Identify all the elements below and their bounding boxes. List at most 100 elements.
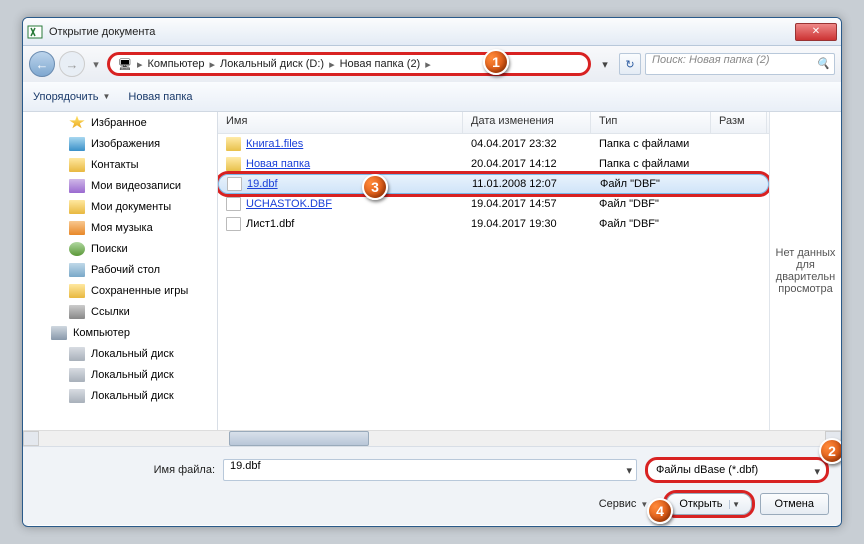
sidebar-item[interactable]: Мои документы: [23, 196, 217, 217]
column-headers: Имя Дата изменения Тип Разм: [218, 112, 769, 134]
file-date: 19.04.2017 19:30: [463, 218, 591, 230]
sidebar-item[interactable]: Моя музыка: [23, 217, 217, 238]
file-icon: [226, 197, 241, 211]
sidebar-item[interactable]: Контакты: [23, 154, 217, 175]
preview-pane: Нет данных для дварительн просмотра: [769, 112, 841, 430]
scroll-thumb[interactable]: [229, 431, 369, 446]
breadcrumb-segment[interactable]: Локальный диск (D:): [220, 58, 324, 70]
sidebar-item-label: Контакты: [91, 159, 139, 171]
file-type: Папка с файлами: [591, 138, 711, 150]
open-split-dropdown[interactable]: ▼: [729, 500, 743, 509]
open-button[interactable]: Открыть ▼: [666, 493, 751, 515]
file-list: Имя Дата изменения Тип Разм Книга1.files…: [218, 112, 769, 430]
annotation-marker-2: 2: [819, 438, 842, 464]
col-name[interactable]: Имя: [218, 112, 463, 133]
breadcrumb-segment[interactable]: Новая папка (2): [340, 58, 421, 70]
nav-history-dropdown[interactable]: ▾: [89, 51, 103, 77]
titlebar: Открытие документа ✕: [23, 18, 841, 46]
close-button[interactable]: ✕: [795, 23, 837, 41]
sidebar-item-label: Ссылки: [91, 306, 130, 318]
folder-icon: [69, 137, 85, 151]
col-date[interactable]: Дата изменения: [463, 112, 591, 133]
sidebar-item-label: Поиски: [91, 243, 128, 255]
file-type: Файл "DBF": [591, 198, 711, 210]
breadcrumb-dropdown[interactable]: ▾: [595, 58, 615, 71]
forward-button[interactable]: →: [59, 51, 85, 77]
scroll-left-button[interactable]: [23, 431, 39, 446]
sidebar-item-label: Мои документы: [91, 201, 171, 213]
chevron-down-icon: ▼: [102, 92, 110, 101]
toolbar: Упорядочить ▼ Новая папка: [23, 82, 841, 112]
filetype-filter[interactable]: Файлы dBase (*.dbf) ▾: [645, 457, 829, 483]
sidebar-item[interactable]: Мои видеозаписи: [23, 175, 217, 196]
file-row[interactable]: Новая папка 20.04.2017 14:12 Папка с фай…: [218, 154, 769, 174]
horizontal-scrollbar[interactable]: [23, 430, 841, 446]
folder-icon: [69, 116, 85, 130]
chevron-down-icon[interactable]: ▾: [814, 465, 820, 478]
folder-icon: [69, 284, 85, 298]
sidebar-item[interactable]: Локальный диск: [23, 343, 217, 364]
folder-icon: [69, 179, 85, 193]
file-row[interactable]: UCHASTOK.DBF 19.04.2017 14:57 Файл "DBF": [218, 194, 769, 214]
footer: Имя файла: 19.dbf ▾ Файлы dBase (*.dbf) …: [23, 446, 841, 525]
back-button[interactable]: ←: [29, 51, 55, 77]
sidebar-item[interactable]: Избранное: [23, 112, 217, 133]
sidebar-item[interactable]: Сохраненные игры: [23, 280, 217, 301]
new-folder-button[interactable]: Новая папка: [128, 91, 192, 103]
sidebar-item[interactable]: Локальный диск: [23, 385, 217, 406]
folder-icon: [69, 347, 85, 361]
file-row[interactable]: Книга1.files 04.04.2017 23:32 Папка с фа…: [218, 134, 769, 154]
sidebar-item[interactable]: Поиски: [23, 238, 217, 259]
chevron-right-icon[interactable]: ▸: [329, 58, 335, 71]
service-menu[interactable]: Сервис ▼: [599, 498, 649, 510]
file-open-dialog: Открытие документа ✕ ← → ▾ 🖥 ▸ Компьютер…: [22, 17, 842, 527]
chevron-right-icon[interactable]: ▸: [425, 58, 431, 71]
chevron-right-icon[interactable]: ▸: [137, 58, 143, 71]
file-date: 19.04.2017 14:57: [463, 198, 591, 210]
chevron-right-icon[interactable]: ▸: [209, 58, 215, 71]
folder-icon: [69, 389, 85, 403]
sidebar-item-label: Избранное: [91, 117, 147, 129]
chevron-down-icon[interactable]: ▾: [626, 464, 632, 477]
navbar: ← → ▾ 🖥 ▸ Компьютер ▸ Локальный диск (D:…: [23, 46, 841, 82]
file-type: Файл "DBF": [591, 218, 711, 230]
sidebar: Избранное Изображения Контакты Мои видеозап…: [23, 112, 218, 430]
sidebar-item-label: Мои видеозаписи: [91, 180, 181, 192]
file-row[interactable]: Лист1.dbf 19.04.2017 19:30 Файл "DBF": [218, 214, 769, 234]
search-input[interactable]: Поиск: Новая папка (2) 🔍: [645, 53, 835, 75]
annotation-marker-1: 1: [483, 49, 509, 75]
breadcrumb-segment[interactable]: Компьютер: [148, 58, 205, 70]
folder-icon: 🖥: [118, 58, 132, 71]
organize-menu[interactable]: Упорядочить ▼: [33, 91, 110, 103]
annotation-marker-3: 3: [362, 174, 388, 200]
search-icon: 🔍: [816, 57, 830, 70]
sidebar-item[interactable]: Ссылки: [23, 301, 217, 322]
file-date: 20.04.2017 14:12: [463, 158, 591, 170]
sidebar-item[interactable]: Компьютер: [23, 322, 217, 343]
breadcrumb[interactable]: 🖥 ▸ Компьютер ▸ Локальный диск (D:) ▸ Но…: [107, 52, 591, 76]
filename-input[interactable]: 19.dbf ▾: [223, 459, 637, 481]
folder-icon: [69, 158, 85, 172]
file-name: Книга1.files: [246, 138, 303, 150]
sidebar-scroll[interactable]: Избранное Изображения Контакты Мои видеозап…: [23, 112, 217, 430]
file-date: 11.01.2008 12:07: [464, 178, 592, 190]
folder-icon: [69, 305, 85, 319]
cancel-button[interactable]: Отмена: [760, 493, 829, 515]
folder-icon: [69, 263, 85, 277]
sidebar-item-label: Локальный диск: [91, 348, 174, 360]
file-type: Файл "DBF": [592, 178, 712, 190]
refresh-button[interactable]: ↻: [619, 53, 641, 75]
file-date: 04.04.2017 23:32: [463, 138, 591, 150]
col-type[interactable]: Тип: [591, 112, 711, 133]
sidebar-item[interactable]: Изображения: [23, 133, 217, 154]
filename-label: Имя файла:: [35, 464, 215, 476]
sidebar-item-label: Сохраненные игры: [91, 285, 188, 297]
file-rows[interactable]: Книга1.files 04.04.2017 23:32 Папка с фа…: [218, 134, 769, 430]
sidebar-item[interactable]: Рабочий стол: [23, 259, 217, 280]
file-icon: [226, 157, 241, 171]
file-row[interactable]: 19.dbf 11.01.2008 12:07 Файл "DBF": [218, 174, 769, 194]
sidebar-item[interactable]: Локальный диск: [23, 364, 217, 385]
dialog-body: Избранное Изображения Контакты Мои видеозап…: [23, 112, 841, 430]
col-size[interactable]: Разм: [711, 112, 767, 133]
file-icon: [227, 177, 242, 191]
